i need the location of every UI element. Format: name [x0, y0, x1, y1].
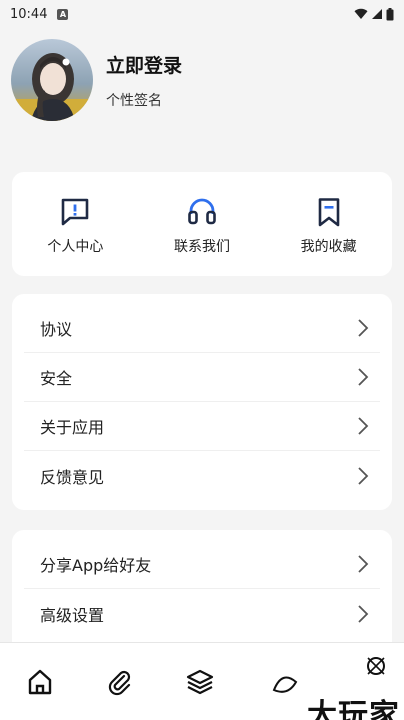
nav-layers[interactable]: [160, 667, 240, 697]
avatar-image: [11, 39, 93, 121]
chevron-right-icon: [358, 604, 369, 623]
quick-item-favorites[interactable]: 我的收藏: [265, 172, 392, 276]
login-title[interactable]: 立即登录: [106, 51, 182, 78]
headset-icon: [188, 198, 216, 225]
quick-item-contact-us[interactable]: 联系我们: [139, 172, 266, 276]
menu-label: 关于应用: [40, 418, 105, 437]
profile-header[interactable]: 立即登录 个性签名: [11, 39, 182, 121]
bookmark-icon: [318, 198, 339, 227]
chevron-right-icon: [358, 555, 369, 573]
menu-label: 反馈意见: [40, 467, 105, 487]
quick-label-contact-us: 联系我们: [174, 239, 230, 255]
chevron-right-icon: [358, 368, 369, 386]
status-icons: [354, 7, 394, 21]
signal-icon: [372, 9, 382, 19]
menu-item-about-app[interactable]: 关于应用: [24, 402, 380, 451]
chevron-right-icon: [358, 417, 369, 435]
status-bar: 10:44 A: [0, 0, 404, 28]
profile-text: 立即登录 个性签名: [106, 51, 182, 110]
menu-item-feedback[interactable]: 反馈意见: [24, 451, 380, 500]
a-app-icon: A: [57, 8, 69, 20]
message-alert-icon: [62, 198, 89, 226]
menu-item-security[interactable]: 安全: [24, 353, 380, 402]
menu-item-advanced-settings[interactable]: 高级设置: [24, 589, 380, 638]
menu-item-agreement[interactable]: 协议: [24, 304, 380, 353]
watermark-text: 大玩家: [307, 698, 400, 720]
signature-text: 个性签名: [106, 92, 162, 109]
quick-item-personal-center[interactable]: 个人中心: [12, 172, 139, 276]
quick-actions-card: 个人中心 联系我们 我的收藏: [12, 172, 392, 276]
paperclip-icon: [108, 670, 131, 695]
battery-icon: [386, 7, 394, 20]
home-icon: [28, 669, 52, 694]
nav-attachments[interactable]: [80, 667, 160, 697]
menu-label: 安全: [40, 369, 73, 388]
menu-group-1: 协议 安全 关于应用 反馈意见: [12, 294, 392, 510]
chevron-right-icon: [358, 319, 369, 337]
menu-item-share-app[interactable]: 分享App给好友: [24, 540, 380, 589]
menu-group-2: 分享App给好友 高级设置: [12, 530, 392, 650]
wifi-icon: [354, 8, 368, 19]
nav-home[interactable]: [0, 667, 80, 697]
layers-icon: [186, 669, 214, 694]
quick-label-favorites: 我的收藏: [300, 239, 357, 255]
status-time: 10:44: [10, 6, 48, 22]
quick-label-personal-center: 个人中心: [47, 239, 104, 255]
menu-label: 高级设置: [40, 605, 105, 625]
avatar[interactable]: [11, 39, 93, 121]
menu-label: 分享App给好友: [40, 556, 152, 575]
menu-label: 协议: [40, 320, 73, 339]
chevron-right-icon: [358, 466, 369, 485]
